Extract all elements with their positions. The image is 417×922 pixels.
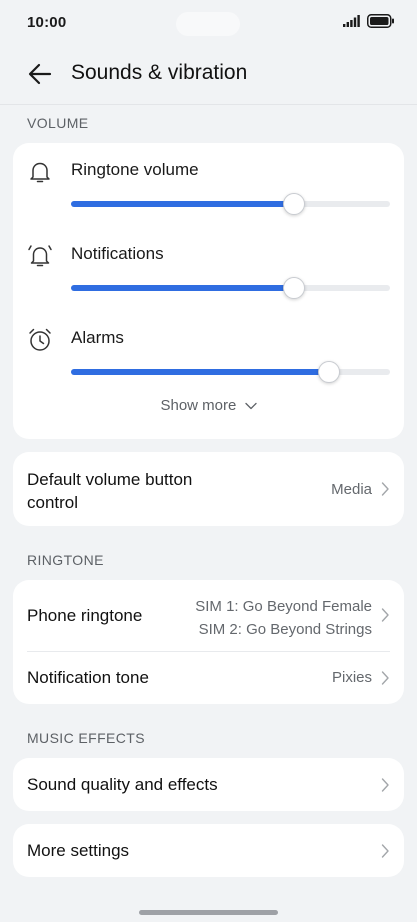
app-header: Sounds & vibration xyxy=(0,46,417,105)
chevron-right-icon xyxy=(381,671,389,685)
sound-quality-row[interactable]: Sound quality and effects xyxy=(13,758,404,811)
volume-row-notifications: Notifications xyxy=(13,227,404,311)
row-title: Phone ringtone xyxy=(27,606,143,625)
slider-thumb[interactable] xyxy=(283,277,306,299)
chevron-right-icon xyxy=(381,844,389,858)
back-button[interactable] xyxy=(24,58,56,90)
default-volume-button-row[interactable]: Default volume button control Media xyxy=(13,452,404,526)
bell-icon xyxy=(30,162,50,183)
battery-icon xyxy=(367,14,394,28)
ringtone-volume-slider[interactable] xyxy=(71,193,390,215)
section-label-music-effects: MUSIC EFFECTS xyxy=(27,730,145,746)
notifications-volume-slider[interactable] xyxy=(71,277,390,299)
page-title: Sounds & vibration xyxy=(71,61,248,84)
chevron-down-icon xyxy=(244,402,257,410)
slider-fill xyxy=(71,285,295,291)
phone-ringtone-row[interactable]: Phone ringtone SIM 1: Go Beyond Female S… xyxy=(13,580,404,651)
row-value: Pixies xyxy=(331,669,372,686)
status-time: 10:00 xyxy=(27,14,67,31)
chevron-right-icon xyxy=(381,608,389,622)
chevron-right-icon xyxy=(381,482,389,496)
back-arrow-icon xyxy=(28,63,52,85)
camera-cutout xyxy=(176,12,240,36)
volume-label: Notifications xyxy=(71,244,164,263)
alarm-clock-icon xyxy=(29,328,51,351)
row-title: Notification tone xyxy=(27,668,149,687)
row-value-line: SIM 2: Go Beyond Strings xyxy=(198,621,372,638)
row-title-line: control xyxy=(27,493,79,512)
slider-fill xyxy=(71,369,330,375)
status-icons xyxy=(343,14,395,28)
row-title: Sound quality and effects xyxy=(27,775,218,794)
volume-label: Ringtone volume xyxy=(71,160,199,179)
show-more-label: Show more xyxy=(160,397,237,414)
home-indicator[interactable] xyxy=(139,910,278,915)
row-value: SIM 1: Go Beyond Female SIM 2: Go Beyond… xyxy=(195,595,372,641)
row-value-line: SIM 1: Go Beyond Female xyxy=(195,598,372,615)
row-value: Media xyxy=(331,481,372,498)
volume-row-alarms: Alarms xyxy=(13,311,404,395)
status-bar: 10:00 xyxy=(0,0,417,46)
volume-row-ringtone: Ringtone volume xyxy=(13,143,404,227)
show-more-button[interactable]: Show more xyxy=(13,397,404,414)
row-title-line: Default volume button xyxy=(27,470,193,489)
more-settings-row[interactable]: More settings xyxy=(13,824,404,877)
section-label-volume: VOLUME xyxy=(27,115,89,131)
row-title: More settings xyxy=(27,841,130,860)
notification-tone-row[interactable]: Notification tone Pixies xyxy=(13,652,404,704)
alarms-volume-slider[interactable] xyxy=(71,361,390,383)
slider-thumb[interactable] xyxy=(283,193,306,215)
ringtone-card: Phone ringtone SIM 1: Go Beyond Female S… xyxy=(13,580,404,704)
chevron-right-icon xyxy=(381,778,389,792)
slider-thumb[interactable] xyxy=(318,361,341,383)
volume-label: Alarms xyxy=(71,328,124,347)
row-title: Default volume button control xyxy=(27,468,192,514)
notification-bell-icon xyxy=(28,245,52,267)
volume-card: Ringtone volume Notifications Alarms Sho… xyxy=(13,143,404,439)
signal-icon xyxy=(343,15,360,27)
slider-fill xyxy=(71,201,295,207)
section-label-ringtone: RINGTONE xyxy=(27,552,104,568)
